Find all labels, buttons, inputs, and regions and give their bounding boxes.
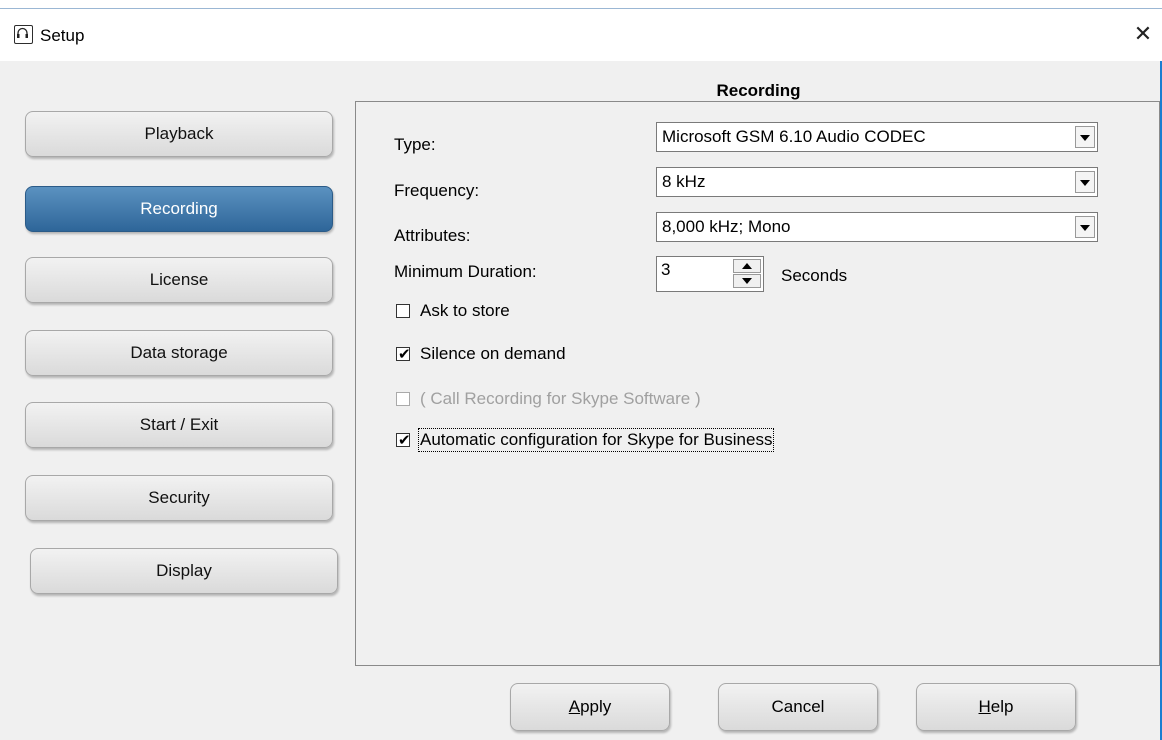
checkbox-checked-icon[interactable]: ✔: [396, 431, 411, 449]
minimum-duration-stepper[interactable]: 3: [656, 256, 764, 292]
chevron-down-icon[interactable]: [1075, 216, 1095, 238]
attributes-dropdown[interactable]: 8,000 kHz; Mono: [656, 212, 1098, 242]
chevron-down-icon[interactable]: [1075, 171, 1095, 193]
frequency-value: 8 kHz: [662, 172, 706, 191]
window-title: Setup: [40, 26, 85, 45]
section-title: Recording: [716, 81, 801, 100]
checkbox-icon: [396, 392, 410, 406]
type-label: Type:: [394, 135, 436, 154]
type-dropdown[interactable]: Microsoft GSM 6.10 Audio CODEC: [656, 122, 1098, 152]
checkbox-icon[interactable]: [396, 304, 410, 318]
apply-button[interactable]: Apply: [510, 683, 670, 731]
spin-buttons: [733, 259, 761, 289]
nav-button-data-storage[interactable]: Data storage: [25, 330, 333, 376]
ask-to-store-label: Ask to store: [420, 301, 510, 320]
nav-button-recording[interactable]: Recording: [25, 186, 333, 232]
auto-config-skype-business-label: Automatic configuration for Skype for Bu…: [417, 428, 775, 452]
close-icon[interactable]: ✕: [1128, 19, 1158, 49]
help-button[interactable]: Help: [916, 683, 1076, 731]
silence-on-demand-label: Silence on demand: [420, 344, 566, 363]
recording-settings-panel: Type: Microsoft GSM 6.10 Audio CODEC Fre…: [355, 101, 1160, 666]
nav-button-start-exit[interactable]: Start / Exit: [25, 402, 333, 448]
nav-button-playback[interactable]: Playback: [25, 111, 333, 157]
cancel-button[interactable]: Cancel: [718, 683, 878, 731]
checkbox-checked-icon[interactable]: ✔: [396, 345, 411, 363]
help-label-rest: elp: [990, 697, 1014, 716]
attributes-label: Attributes:: [394, 226, 471, 245]
headset-icon: [14, 25, 33, 44]
nav-button-display[interactable]: Display: [30, 548, 338, 594]
window-top-strip: [0, 0, 1162, 9]
apply-label-rest: pply: [580, 697, 612, 716]
spin-down-icon[interactable]: [733, 274, 761, 288]
attributes-value: 8,000 kHz; Mono: [662, 217, 791, 236]
minimum-duration-unit: Seconds: [781, 266, 848, 285]
help-mnemonic: H: [978, 697, 991, 716]
apply-mnemonic: A: [568, 697, 581, 716]
minimum-duration-value: 3: [661, 260, 671, 279]
nav-button-license[interactable]: License: [25, 257, 333, 303]
nav-button-security[interactable]: Security: [25, 475, 333, 521]
frequency-dropdown[interactable]: 8 kHz: [656, 167, 1098, 197]
type-value: Microsoft GSM 6.10 Audio CODEC: [662, 127, 926, 146]
title-bar: Setup ✕: [0, 9, 1162, 61]
chevron-down-icon[interactable]: [1075, 126, 1095, 148]
call-recording-skype-label: ( Call Recording for Skype Software ): [420, 389, 701, 408]
minimum-duration-label: Minimum Duration:: [394, 262, 537, 281]
spin-up-icon[interactable]: [733, 259, 761, 273]
dialog-client-area: Playback Recording License Data storage …: [0, 61, 1162, 740]
frequency-label: Frequency:: [394, 181, 480, 200]
